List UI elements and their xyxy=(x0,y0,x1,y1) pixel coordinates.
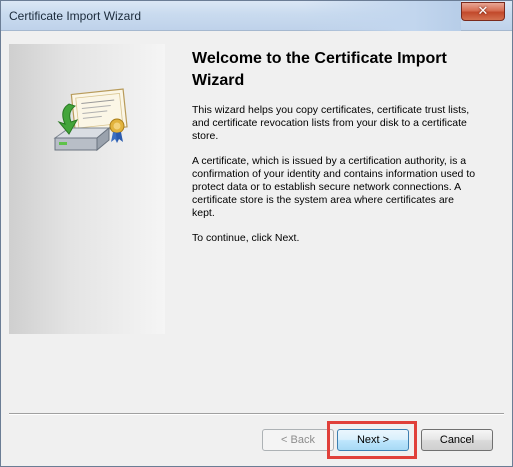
continue-instruction: To continue, click Next. xyxy=(192,232,300,244)
wizard-content: Welcome to the Certificate Import Wizard… xyxy=(192,48,482,244)
wizard-window: Certificate Import Wizard ✕ Welcome to t… xyxy=(0,0,513,467)
title-bar[interactable]: Certificate Import Wizard ✕ xyxy=(1,1,512,31)
next-button[interactable]: Next > xyxy=(337,429,409,451)
intro-paragraph: This wizard helps you copy certificates,… xyxy=(192,104,470,142)
close-icon: ✕ xyxy=(477,4,489,19)
back-button[interactable]: < Back xyxy=(262,429,334,451)
title-bar-background xyxy=(301,1,461,31)
footer-separator xyxy=(9,413,504,415)
wizard-side-panel xyxy=(9,44,165,334)
cancel-button[interactable]: Cancel xyxy=(421,429,493,451)
window-title: Certificate Import Wizard xyxy=(9,9,142,23)
page-title: Welcome to the Certificate Import Wizard xyxy=(192,50,447,89)
close-button[interactable]: ✕ xyxy=(461,2,505,21)
certificate-description-paragraph: A certificate, which is issued by a cert… xyxy=(192,155,476,219)
certificate-import-icon xyxy=(53,88,128,152)
